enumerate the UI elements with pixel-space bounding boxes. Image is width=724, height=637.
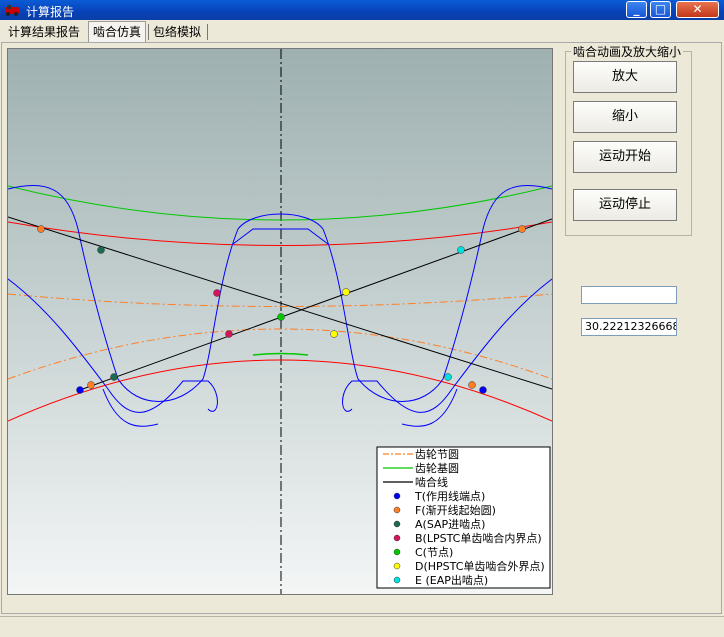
point-a-left [97,246,105,254]
point-t-right [479,386,487,394]
app-icon [5,5,19,16]
point-t-left [76,386,84,394]
legend-marker [393,548,401,556]
point-b-lower [225,330,233,338]
point-f-lower-right [468,381,476,389]
legend-marker [393,506,401,514]
legend-item: B(LPSTC单齿啮合内界点) [393,531,542,545]
window-title: 计算报告 [26,5,75,19]
legend-label: C(节点) [415,546,453,559]
close-button[interactable]: ✕ [676,1,719,18]
legend-label: 齿轮基圆 [415,461,459,475]
animation-zoom-group-title: 啮合动画及放大缩小 [571,43,684,60]
point-f-upper-right [518,225,526,233]
zoom-out-button[interactable]: 缩小 [573,101,677,133]
legend-marker [393,562,401,570]
status-bar [0,616,724,637]
legend-marker [393,576,401,584]
mesh-simulation-canvas[interactable]: 齿轮节圆 齿轮基圆 啮合线 T(作用线端点) F(渐开线起始圆) A(SAP进啮点) B(L… [7,48,553,595]
legend-label: D(HPSTC单齿啮合外界点) [415,559,545,573]
point-f-upper-left [37,225,45,233]
legend-label: E (EAP出啮点) [415,573,488,587]
legend-label: F(渐开线起始圆) [415,503,496,517]
point-e-lower [444,373,452,381]
maximize-button[interactable]: □ [650,1,671,18]
point-e-right [457,246,465,254]
legend-marker [393,534,401,542]
point-a-lower [110,373,118,381]
tab-separator [148,24,149,40]
point-d-lower [330,330,338,338]
legend-marker [393,492,401,500]
stop-motion-button[interactable]: 运动停止 [573,189,677,221]
legend-label: T(作用线端点) [414,489,485,503]
tab-mesh-sim[interactable]: 啮合仿真 [88,21,147,43]
legend-marker [393,520,401,528]
point-f-lower-left [87,381,95,389]
point-c-pitch [277,313,285,321]
point-d-upper [342,288,350,296]
mesh-plot: 齿轮节圆齿轮基圆啮合线T(作用线端点)F(渐开线起始圆)A(SAP进啮点)B(L… [8,49,552,594]
legend-item: D(HPSTC单齿啮合外界点) [393,559,545,573]
legend-label: A(SAP进啮点) [415,518,485,531]
legend-label: 啮合线 [415,475,448,489]
start-motion-button[interactable]: 运动开始 [573,141,677,173]
tab-envelope-sim[interactable]: 包络模拟 [153,22,201,42]
minimize-button[interactable]: _ [626,1,647,18]
title-bar: 计算报告 _ □ ✕ [0,0,724,20]
legend-label: 齿轮节圆 [415,447,459,461]
legend-label: B(LPSTC单齿啮合内界点) [415,531,542,545]
zoom-in-button[interactable]: 放大 [573,61,677,93]
tab-separator [207,24,208,40]
point-b-upper [213,289,221,297]
value-field-1[interactable] [581,286,677,304]
value-field-2[interactable]: 30.2221232666863 [581,318,677,336]
legend: 齿轮节圆齿轮基圆啮合线T(作用线端点)F(渐开线起始圆)A(SAP进啮点)B(L… [376,446,551,589]
tab-calc-report[interactable]: 计算结果报告 [8,22,80,42]
